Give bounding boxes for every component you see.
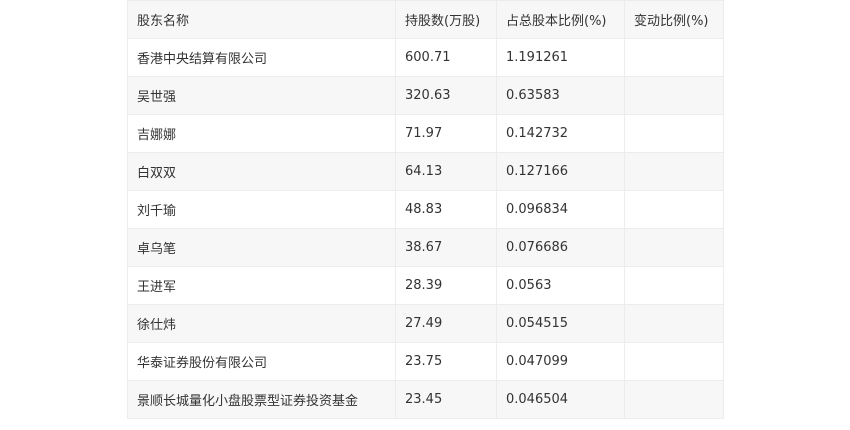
cell-share-ratio: 1.191261 [496,38,625,77]
shareholder-table-container: 股东名称 持股数(万股) 占总股本比例(%) 变动比例(%) 香港中央结算有限公… [127,0,724,419]
cell-shares-held: 23.75 [395,342,497,381]
table-row: 王进军 28.39 0.0563 [127,266,724,305]
cell-change-ratio [624,304,724,343]
cell-change-ratio [624,114,724,153]
header-row: 股东名称 持股数(万股) 占总股本比例(%) 变动比例(%) [127,0,724,39]
cell-shares-held: 27.49 [395,304,497,343]
cell-share-ratio: 0.127166 [496,152,625,191]
cell-shares-held: 23.45 [395,380,497,419]
cell-shareholder-name: 刘千瑜 [127,190,396,229]
table-row: 景顺长城量化小盘股票型证券投资基金 23.45 0.046504 [127,380,724,419]
cell-shares-held: 600.71 [395,38,497,77]
cell-change-ratio [624,342,724,381]
cell-shareholder-name: 王进军 [127,266,396,305]
cell-shareholder-name: 华泰证券股份有限公司 [127,342,396,381]
table-row: 吉娜娜 71.97 0.142732 [127,114,724,153]
table-row: 徐仕炜 27.49 0.054515 [127,304,724,343]
header-change-ratio: 变动比例(%) [624,0,724,39]
cell-change-ratio [624,266,724,305]
shareholder-table: 股东名称 持股数(万股) 占总股本比例(%) 变动比例(%) 香港中央结算有限公… [127,0,724,419]
cell-share-ratio: 0.096834 [496,190,625,229]
cell-change-ratio [624,380,724,419]
cell-share-ratio: 0.0563 [496,266,625,305]
cell-shareholder-name: 卓乌笔 [127,228,396,267]
header-shares-held: 持股数(万股) [395,0,497,39]
table-row: 吴世强 320.63 0.63583 [127,76,724,115]
cell-share-ratio: 0.046504 [496,380,625,419]
header-share-ratio: 占总股本比例(%) [496,0,625,39]
table-row: 白双双 64.13 0.127166 [127,152,724,191]
cell-shares-held: 64.13 [395,152,497,191]
cell-share-ratio: 0.142732 [496,114,625,153]
cell-shares-held: 71.97 [395,114,497,153]
table-row: 香港中央结算有限公司 600.71 1.191261 [127,38,724,77]
cell-change-ratio [624,76,724,115]
cell-shareholder-name: 景顺长城量化小盘股票型证券投资基金 [127,380,396,419]
cell-share-ratio: 0.63583 [496,76,625,115]
cell-shareholder-name: 吴世强 [127,76,396,115]
cell-shares-held: 320.63 [395,76,497,115]
cell-shares-held: 28.39 [395,266,497,305]
cell-change-ratio [624,38,724,77]
cell-shareholder-name: 香港中央结算有限公司 [127,38,396,77]
table-row: 卓乌笔 38.67 0.076686 [127,228,724,267]
cell-share-ratio: 0.047099 [496,342,625,381]
cell-share-ratio: 0.054515 [496,304,625,343]
cell-shares-held: 38.67 [395,228,497,267]
header-shareholder-name: 股东名称 [127,0,396,39]
table-body: 香港中央结算有限公司 600.71 1.191261 吴世强 320.63 0.… [127,38,724,419]
table-row: 刘千瑜 48.83 0.096834 [127,190,724,229]
cell-shareholder-name: 吉娜娜 [127,114,396,153]
cell-shareholder-name: 徐仕炜 [127,304,396,343]
table-row: 华泰证券股份有限公司 23.75 0.047099 [127,342,724,381]
cell-change-ratio [624,152,724,191]
cell-change-ratio [624,228,724,267]
table-header: 股东名称 持股数(万股) 占总股本比例(%) 变动比例(%) [127,0,724,39]
cell-change-ratio [624,190,724,229]
cell-shares-held: 48.83 [395,190,497,229]
cell-shareholder-name: 白双双 [127,152,396,191]
cell-share-ratio: 0.076686 [496,228,625,267]
